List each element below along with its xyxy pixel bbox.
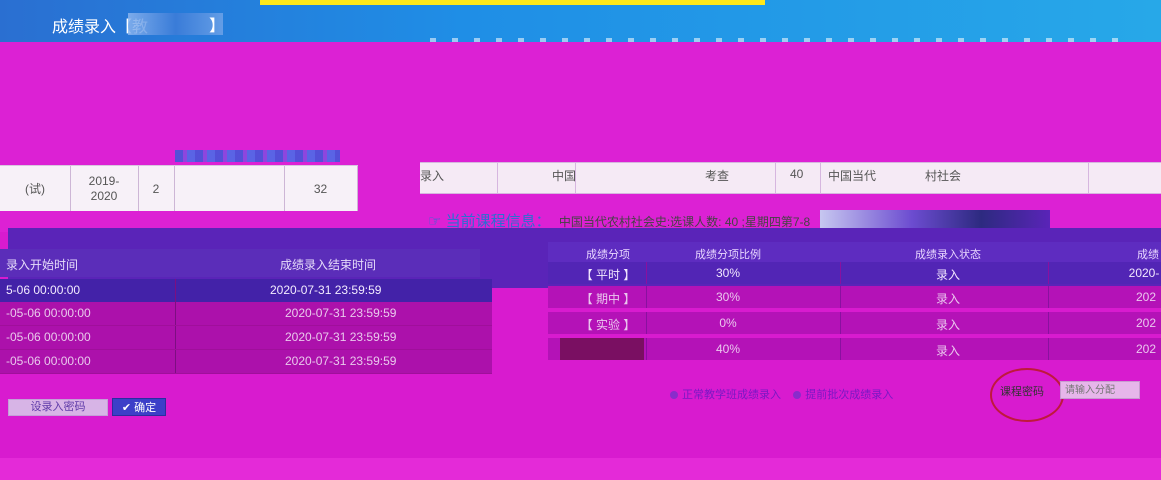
radio-normal-entry[interactable]: 正常教学班成绩录入 xyxy=(670,389,781,401)
radio-dot-icon xyxy=(793,391,802,400)
grade-status: 录入 xyxy=(935,292,960,306)
grade-extra: 202 xyxy=(1135,316,1157,330)
time-table-header: 录入开始时间 成绩录入结束时间 xyxy=(0,249,480,277)
course-password-input[interactable] xyxy=(1060,381,1140,399)
grade-table-header: 成绩分项 成绩分项比例 成绩录入状态 成绩 xyxy=(548,242,1161,262)
detail-cell-name-tail: 村社会 xyxy=(925,169,962,183)
grade-ratio: 0% xyxy=(719,316,737,330)
course-cell-hours: 32 xyxy=(284,166,358,211)
grade-ratio: 40% xyxy=(715,342,741,356)
bottom-overlay xyxy=(0,458,1161,480)
detail-cell-course: 中国 xyxy=(552,169,577,183)
row-end: 2020-07-31 23:59:59 xyxy=(285,330,397,344)
course-cell-term: 2 xyxy=(138,166,175,211)
row-end: 2020-07-31 23:59:59 xyxy=(285,354,397,368)
detail-cell-exam: 考查 xyxy=(705,169,730,183)
row-start: -05-06 00:00:00 xyxy=(6,330,91,344)
grade-ratio: 30% xyxy=(715,290,741,304)
radio-early-entry[interactable]: 提前批次成绩录入 xyxy=(793,389,893,401)
grade-item: 【 实验 】 xyxy=(580,318,636,332)
detail-cell-count: 40 xyxy=(790,167,804,181)
time-table-row: -05-06 00:00:00 2020-07-31 23:59:59 xyxy=(0,326,492,350)
current-course-value: 中国当代农村社会史:选课人数: 40 ;星期四第7-8 xyxy=(558,215,811,229)
redacted-item-cell xyxy=(560,338,644,360)
col-grade-item: 成绩分项 xyxy=(586,249,630,261)
grade-status: 录入 xyxy=(935,344,960,358)
col-end-time: 成绩录入结束时间 xyxy=(280,258,377,272)
time-table-row: 5-06 00:00:00 2020-07-31 23:59:59 xyxy=(0,279,492,303)
detail-cell-name: 中国当代 xyxy=(828,169,877,183)
grade-extra: 202 xyxy=(1135,290,1157,304)
course-cell-type: (试) xyxy=(0,166,71,211)
course-row: (试) 2019- 2020 2 32 xyxy=(0,165,358,211)
grade-extra: 202 xyxy=(1135,342,1157,356)
grade-row[interactable]: 【 平时 】 30% 录入 2020- xyxy=(548,262,1161,284)
grade-row[interactable]: 40% 录入 202 xyxy=(548,338,1161,360)
set-password-button[interactable]: 设录入密码 xyxy=(8,399,108,416)
grade-ratio: 30% xyxy=(715,266,741,280)
window-title-bracket: 】 xyxy=(209,18,226,35)
col-grade-status: 成绩录入状态 xyxy=(915,249,981,261)
course-cell-empty xyxy=(174,166,285,211)
row-start: 5-06 00:00:00 xyxy=(6,283,81,297)
radio-normal-label: 正常教学班成绩录入 xyxy=(682,389,781,401)
time-table-row: -05-06 00:00:00 2020-07-31 23:59:59 xyxy=(0,302,492,326)
radio-early-label: 提前批次成绩录入 xyxy=(805,389,894,401)
grade-status: 录入 xyxy=(935,318,960,332)
grade-item: 【 期中 】 xyxy=(580,292,636,306)
course-password-label: 课程密码 xyxy=(1000,386,1044,398)
grade-row[interactable]: 【 期中 】 30% 录入 202 xyxy=(548,286,1161,308)
col-grade-ratio: 成绩分项比例 xyxy=(695,249,761,261)
grade-status: 录入 xyxy=(935,268,960,282)
top-highlight-strip xyxy=(260,0,765,5)
grade-item: 【 平时 】 xyxy=(580,268,636,282)
detail-cell-entry: 录入 xyxy=(420,169,445,183)
course-cell-year: 2019- 2020 xyxy=(70,166,139,211)
row-start: -05-06 00:00:00 xyxy=(6,306,91,320)
confirm-button[interactable]: ✔ 确定 xyxy=(112,398,166,416)
course-detail-row: 录入 中国 考查 40 中国当代 村社会 xyxy=(420,162,1161,194)
col-start-time: 录入开始时间 xyxy=(6,258,79,272)
confirm-label: 确定 xyxy=(134,402,157,414)
row-end: 2020-07-31 23:59:59 xyxy=(285,306,397,320)
check-icon: ✔ xyxy=(121,402,132,414)
grade-extra: 2020- xyxy=(1128,266,1160,280)
col-grade-extra: 成绩 xyxy=(1137,249,1159,261)
entry-mode-group: 正常教学班成绩录入 提前批次成绩录入 xyxy=(670,386,893,402)
redacted-bar xyxy=(175,150,340,162)
row-end: 2020-07-31 23:59:59 xyxy=(270,283,382,297)
row-start: -05-06 00:00:00 xyxy=(6,354,91,368)
time-table-row: -05-06 00:00:00 2020-07-31 23:59:59 xyxy=(0,350,492,374)
radio-dot-icon xyxy=(670,391,678,400)
grade-row[interactable]: 【 实验 】 0% 录入 202 xyxy=(548,312,1161,334)
